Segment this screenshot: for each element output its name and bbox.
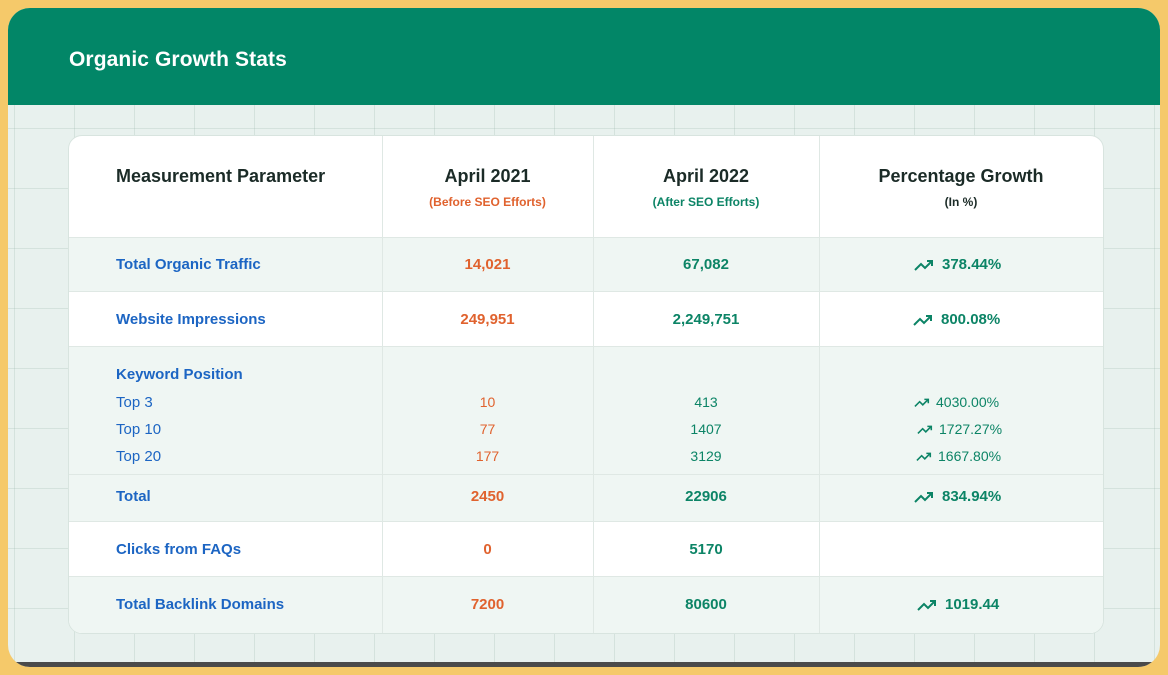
growth-value: 1019.44 [917, 596, 999, 613]
column-header-growth: Percentage Growth [878, 166, 1044, 186]
value-after: 67,082 [683, 256, 729, 273]
growth-text: 4030.00% [936, 394, 1000, 410]
stats-panel: Organic Growth Stats Measurement Paramet… [8, 8, 1160, 667]
trending-up-icon [914, 259, 933, 271]
trending-up-icon [917, 425, 933, 434]
value-before: 249,951 [460, 311, 515, 328]
value-before: 2450 [470, 488, 505, 505]
stats-table: Measurement Parameter April 2021 (Before… [68, 135, 1104, 634]
value-before: 7200 [470, 596, 505, 613]
row-label: Website Impressions [116, 311, 266, 328]
growth-text: 1019.44 [945, 596, 1000, 613]
keyword-item-label: Top 10 [116, 421, 162, 438]
row-label: Total Organic Traffic [116, 256, 261, 273]
keyword-item-label: Top 3 [116, 394, 153, 411]
column-divider [819, 136, 820, 633]
growth-value: 800.08% [913, 311, 1000, 328]
value-before: 10 [479, 394, 496, 410]
column-subheader-growth: (In %) [944, 195, 978, 209]
row-label: Total [116, 488, 151, 505]
column-header-before: April 2021 [444, 166, 531, 186]
growth-value: 1667.80% [916, 448, 1001, 464]
trending-up-icon [917, 599, 936, 611]
value-before: 14,021 [464, 256, 511, 273]
growth-value: 378.44% [914, 256, 1001, 273]
value-after: 1407 [690, 421, 722, 437]
growth-text: 1727.27% [939, 421, 1003, 437]
growth-value: 4030.00% [914, 394, 999, 410]
column-subheader-before: (Before SEO Efforts) [429, 195, 546, 209]
trending-up-icon [914, 398, 930, 407]
growth-text: 834.94% [942, 488, 1002, 505]
row-label: Clicks from FAQs [116, 541, 242, 558]
growth-text: 378.44% [942, 256, 1002, 273]
growth-value: 1727.27% [917, 421, 1002, 437]
value-after: 3129 [690, 448, 722, 464]
trending-up-icon [914, 491, 933, 503]
column-divider [593, 136, 594, 633]
value-after: 22906 [685, 488, 727, 505]
column-divider [382, 136, 383, 633]
keyword-item-label: Top 20 [116, 448, 162, 465]
column-header-parameter: Measurement Parameter [116, 166, 326, 186]
value-after: 5170 [689, 541, 723, 558]
growth-text: 800.08% [941, 311, 1001, 328]
trending-up-icon [913, 314, 932, 326]
column-header-after: April 2022 [662, 166, 750, 186]
value-after: 413 [694, 394, 718, 410]
page-title: Organic Growth Stats [69, 48, 287, 71]
value-after: 80600 [685, 596, 727, 613]
row-label: Total Backlink Domains [116, 596, 285, 613]
growth-text: 1667.80% [938, 448, 1002, 464]
value-after: 2,249,751 [672, 311, 740, 328]
value-before: 77 [479, 421, 496, 437]
bottom-divider [8, 662, 1160, 667]
growth-value: 834.94% [914, 488, 1001, 505]
value-before: 0 [483, 541, 492, 558]
value-before: 177 [475, 448, 500, 464]
row-label: Keyword Position [116, 366, 243, 383]
trending-up-icon [916, 452, 932, 461]
header-bar: Organic Growth Stats [8, 8, 1160, 105]
column-subheader-after: (After SEO Efforts) [652, 195, 760, 209]
